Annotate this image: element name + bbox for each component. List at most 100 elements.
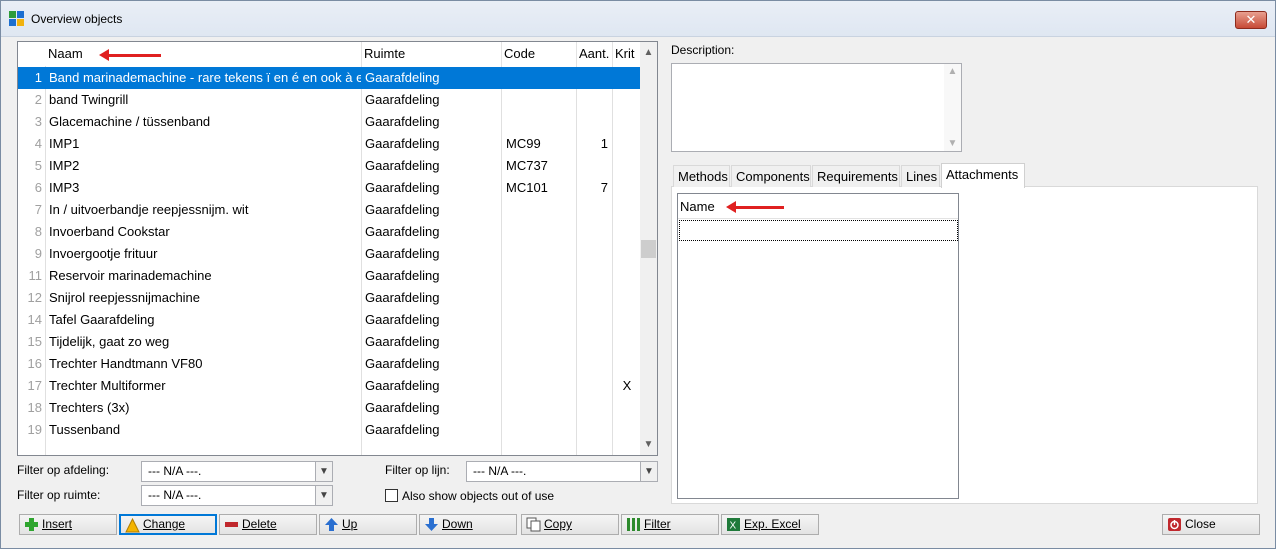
cell-ruimte: Gaarafdeling (365, 158, 440, 173)
table-row[interactable]: 7 In / uitvoerbandje reepjessnijm. wit Gaa… (18, 199, 641, 221)
cell-code (506, 353, 574, 375)
cell-aant (578, 397, 608, 419)
close-button[interactable]: Close (1162, 514, 1260, 535)
table-row[interactable]: 2 band Twingrill Gaarafdeling (18, 89, 641, 111)
cell-ruimte: Gaarafdeling (365, 356, 440, 371)
table-row[interactable]: 12 Snijrol reepjessnijmachine Gaarafdeling (18, 287, 641, 309)
table-row[interactable]: 14 Tafel Gaarafdeling Gaarafdeling (18, 309, 641, 331)
chevron-down-icon[interactable]: ▼ (315, 486, 332, 505)
window-close-icon[interactable]: ✕ (1235, 11, 1267, 29)
copy-button[interactable]: Copy (521, 514, 619, 535)
cell-naam: Band marinademachine - rare tekens ï en … (49, 70, 361, 85)
cell-krit (616, 287, 638, 309)
cell-naam: Reservoir marinademachine (49, 268, 212, 283)
cell-naam: Invoerband Cookstar (49, 224, 170, 239)
table-row[interactable]: 19 Tussenband Gaarafdeling (18, 419, 641, 441)
row-number: 4 (34, 136, 42, 151)
cell-ruimte: Gaarafdeling (365, 180, 440, 195)
cell-ruimte: Gaarafdeling (365, 136, 440, 151)
cell-aant (578, 111, 608, 133)
chevron-down-icon[interactable]: ▼ (640, 462, 657, 481)
attachments-empty-row[interactable] (679, 220, 958, 241)
table-row[interactable]: 5 IMP2 Gaarafdeling MC737 (18, 155, 641, 177)
column-header-krit[interactable]: Krit (613, 42, 641, 66)
export-excel-label: Exp. Excel (744, 517, 801, 531)
row-number: 11 (28, 268, 43, 283)
table-row[interactable]: 16 Trechter Handtmann VF80 Gaarafdeling (18, 353, 641, 375)
down-label: Down (442, 517, 473, 531)
table-row[interactable]: 1 Band marinademachine - rare tekens ï en… (18, 67, 641, 89)
filter-ruimte-value: --- N/A ---. (148, 488, 202, 502)
scroll-thumb[interactable] (641, 240, 656, 258)
delete-button[interactable]: Delete (219, 514, 317, 535)
tab-components[interactable]: Components (731, 165, 811, 187)
scroll-down-icon[interactable]: ▼ (944, 138, 961, 149)
cell-code (506, 111, 574, 133)
cell-ruimte: Gaarafdeling (365, 224, 440, 239)
objects-grid[interactable]: Naam Ruimte Code Aant. Krit 1 Band marina… (17, 41, 658, 456)
cell-code (506, 419, 574, 441)
column-header-code[interactable]: Code (502, 42, 577, 66)
cell-aant (578, 287, 608, 309)
warning-triangle-icon (125, 518, 140, 533)
cell-krit (616, 177, 638, 199)
cell-naam: Trechter Multiformer (49, 378, 166, 393)
also-show-checkbox[interactable] (385, 489, 398, 502)
cell-naam: IMP3 (49, 180, 80, 195)
tab-lines[interactable]: Lines (901, 165, 940, 187)
table-row[interactable]: 11 Reservoir marinademachine Gaarafdeling (18, 265, 641, 287)
cell-naam: Tijdelijk, gaat zo weg (49, 334, 170, 349)
table-row[interactable]: 9 Invoergootje frituur Gaarafdeling (18, 243, 641, 265)
column-header-name[interactable]: Name (678, 194, 958, 219)
grid-vertical-scrollbar[interactable]: ▲ ▼ (640, 42, 657, 455)
title-bar: Overview objects ✕ (1, 1, 1275, 37)
table-row[interactable]: 15 Tijdelijk, gaat zo weg Gaarafdeling (18, 331, 641, 353)
tab-requirements[interactable]: Requirements (812, 165, 900, 187)
table-row[interactable]: 6 IMP3 Gaarafdeling MC101 7 (18, 177, 641, 199)
cell-aant (578, 221, 608, 243)
table-row[interactable]: 8 Invoerband Cookstar Gaarafdeling (18, 221, 641, 243)
filter-lijn-select[interactable]: --- N/A ---. ▼ (466, 461, 658, 482)
table-row[interactable]: 17 Trechter Multiformer Gaarafdeling X (18, 375, 641, 397)
attachments-grid[interactable]: Name (677, 193, 959, 499)
chevron-down-icon[interactable]: ▼ (315, 462, 332, 481)
cell-aant (578, 155, 608, 177)
cell-code (506, 397, 574, 419)
row-number: 14 (27, 312, 42, 327)
row-number: 1 (34, 70, 42, 85)
column-header-ruimte[interactable]: Ruimte (362, 42, 502, 66)
cell-krit (616, 67, 638, 89)
filter-lijn-value: --- N/A ---. (473, 464, 527, 478)
filter-lijn-label: Filter op lijn: (385, 463, 450, 477)
cell-code: MC101 (506, 180, 548, 195)
cell-aant (578, 353, 608, 375)
table-row[interactable]: 3 Glacemachine / tüssenband Gaarafdeling (18, 111, 641, 133)
description-scrollbar[interactable]: ▲ ▼ (944, 64, 961, 151)
filter-ruimte-select[interactable]: --- N/A ---. ▼ (141, 485, 333, 506)
cell-aant (578, 419, 608, 441)
cell-krit (616, 199, 638, 221)
table-row[interactable]: 4 IMP1 Gaarafdeling MC99 1 (18, 133, 641, 155)
insert-button[interactable]: Insert (19, 514, 117, 535)
close-label: Close (1185, 517, 1216, 531)
table-row[interactable]: 18 Trechters (3x) Gaarafdeling (18, 397, 641, 419)
scroll-up-icon[interactable]: ▲ (640, 44, 657, 61)
export-excel-button[interactable]: X Exp. Excel (721, 514, 819, 535)
up-button[interactable]: Up (319, 514, 417, 535)
column-header-aant[interactable]: Aant. (577, 42, 613, 66)
description-textarea[interactable]: ▲ ▼ (671, 63, 962, 152)
scroll-down-icon[interactable]: ▼ (640, 436, 657, 453)
scroll-up-icon[interactable]: ▲ (944, 66, 961, 77)
cell-aant: 7 (600, 180, 608, 195)
cell-naam: Tafel Gaarafdeling (49, 312, 155, 327)
filter-button[interactable]: Filter (621, 514, 719, 535)
tab-attachments[interactable]: Attachments (941, 163, 1025, 188)
cell-code (506, 265, 574, 287)
column-header-naam[interactable]: Naam (46, 42, 362, 66)
cell-aant (578, 89, 608, 111)
filter-afdeling-select[interactable]: --- N/A ---. ▼ (141, 461, 333, 482)
cell-krit (616, 89, 638, 111)
tab-methods[interactable]: Methods (673, 165, 730, 187)
down-button[interactable]: Down (419, 514, 517, 535)
change-button[interactable]: Change (119, 514, 217, 535)
